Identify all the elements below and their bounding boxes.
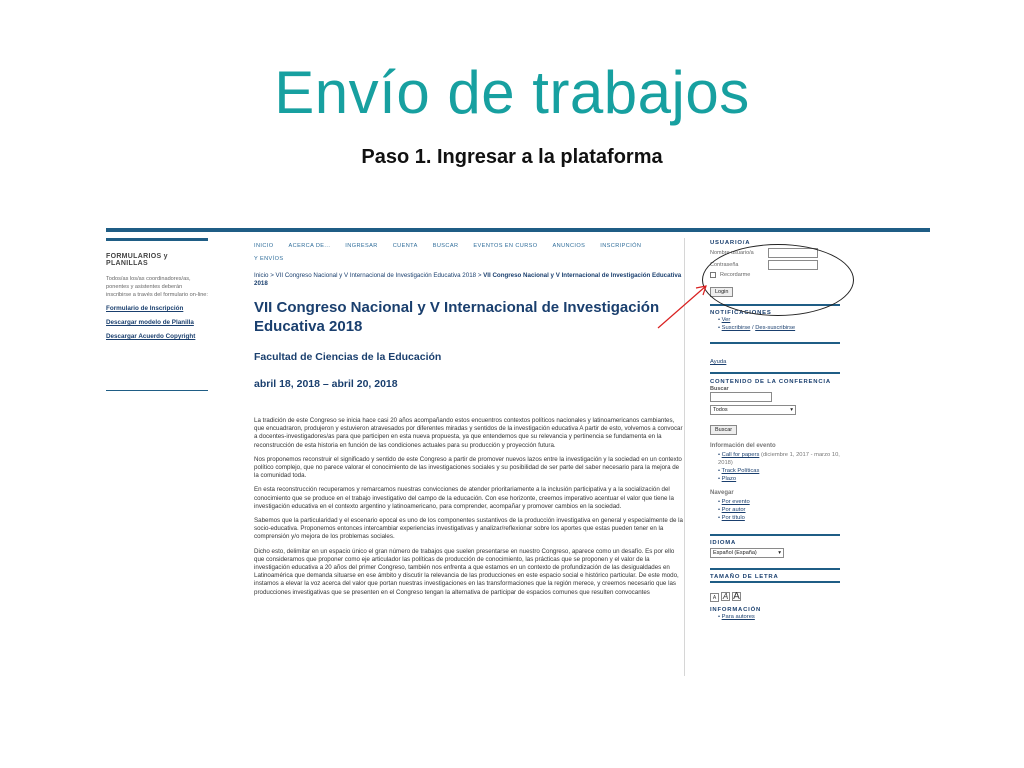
- tracks-item: • Track Políticas: [718, 468, 760, 474]
- faculty-name: Facultad de Ciencias de la Educación: [254, 351, 442, 363]
- nav-login[interactable]: INGRESAR: [345, 243, 377, 249]
- language-heading: IDIOMA: [710, 540, 737, 546]
- paragraph: Dicho esto, delimitar en un espacio únic…: [254, 547, 679, 596]
- browse-heading: Navegar: [710, 490, 734, 496]
- search-scope-value: Todos: [713, 407, 728, 413]
- browse-by-event-link[interactable]: Por evento: [722, 499, 750, 505]
- slide-title: Envío de trabajos: [274, 59, 750, 126]
- main-nav: INICIO ACERCA DE... INGRESAR CUENTA BUSCAR EV…: [254, 240, 684, 266]
- slide-subtitle: Paso 1. Ingresar a la plataforma: [361, 146, 663, 168]
- language-select[interactable]: Español (España) ▾: [710, 548, 784, 558]
- browse-event-item: • Por evento: [718, 499, 750, 505]
- nav-account[interactable]: CUENTA: [393, 243, 418, 249]
- nav-about[interactable]: ACERCA DE...: [289, 243, 331, 249]
- breadcrumb: Inicio > VII Congreso Nacional y V Inter…: [254, 272, 684, 288]
- for-authors-link[interactable]: Para autores: [722, 614, 755, 620]
- notifications-view-item: • Ver: [718, 317, 731, 323]
- browse-by-author-link[interactable]: Por autor: [722, 507, 746, 513]
- conference-content-heading: CONTENIDO DE LA CONFERENCIA: [710, 379, 831, 385]
- section-rule: [710, 534, 840, 536]
- paragraph: La tradición de este Congreso se inicia …: [254, 417, 683, 449]
- left-sidebar: FORMULARIOS y PLANILLAS Todos/as los/as …: [106, 238, 208, 347]
- nav-search[interactable]: BUSCAR: [433, 243, 459, 249]
- browse-by-title-link[interactable]: Por título: [722, 515, 745, 521]
- browse-author-item: • Por autor: [718, 507, 746, 513]
- nav-current-events[interactable]: EVENTOS EN CURSO: [473, 243, 537, 249]
- subscribe-sep: /: [751, 325, 754, 331]
- nav-registration-cont[interactable]: Y ENVÍOS: [254, 256, 284, 262]
- platform-screenshot: FORMULARIOS y PLANILLAS Todos/as los/as …: [106, 228, 930, 676]
- highlight-oval: [702, 244, 854, 316]
- left-sidebar-bar: [106, 238, 208, 241]
- nav-home[interactable]: INICIO: [254, 243, 274, 249]
- breadcrumb-sep: >: [270, 272, 274, 279]
- breadcrumb-item[interactable]: VII Congreso Nacional y V Internacional …: [276, 272, 477, 279]
- left-sidebar-heading: FORMULARIOS y PLANILLAS: [106, 253, 168, 267]
- nav-announcements[interactable]: ANUNCIOS: [553, 243, 586, 249]
- conference-dates: abril 18, 2018 – abril 20, 2018: [254, 378, 398, 390]
- search-input[interactable]: [710, 392, 772, 402]
- section-rule: [710, 342, 840, 344]
- search-scope-select[interactable]: Todos ▾: [710, 405, 796, 415]
- font-large-button[interactable]: A: [732, 592, 741, 602]
- event-info-heading: Información del evento: [710, 443, 776, 449]
- link-download-template[interactable]: Descargar modelo de Planilla: [106, 319, 208, 326]
- left-sidebar-bottom-rule: [106, 390, 208, 391]
- font-medium-button[interactable]: A: [721, 592, 730, 601]
- plazo-item: • Plazo: [718, 476, 737, 482]
- breadcrumb-sep: >: [477, 272, 482, 279]
- font-size-heading: TAMAÑO DE LETRA: [710, 574, 779, 580]
- main-content: INICIO ACERCA DE... INGRESAR CUENTA BUSCAR EV…: [254, 240, 684, 597]
- section-rule: [710, 372, 840, 374]
- paragraph: En esta reconstrucción recuperamos y rem…: [254, 486, 674, 510]
- paragraph: Sabemos que la particularidad y el escen…: [254, 517, 683, 541]
- link-download-copyright[interactable]: Descargar Acuerdo Copyright: [106, 333, 208, 340]
- chevron-down-icon: ▾: [790, 407, 793, 413]
- paragraph: Nos proponemos reconstruir el significad…: [254, 455, 682, 480]
- conference-title: VII Congreso Nacional y V Internacional …: [254, 299, 660, 335]
- help-link[interactable]: Ayuda: [710, 359, 726, 365]
- subscribe-link[interactable]: Suscribirse: [722, 325, 751, 331]
- chevron-down-icon: ▾: [778, 550, 781, 556]
- section-rule: [710, 568, 840, 570]
- plazo-link[interactable]: Plazo: [722, 476, 737, 482]
- unsubscribe-link[interactable]: Des-suscribirse: [755, 325, 795, 331]
- nav-registration[interactable]: INSCRIPCIÓN: [600, 243, 641, 249]
- call-for-papers-link[interactable]: Call for papers: [722, 452, 760, 458]
- call-item: • Call for papers (diciembre 1, 2017 - m…: [718, 452, 840, 466]
- authors-item: • Para autores: [718, 614, 755, 620]
- left-sidebar-intro: Todos/as los/as coordinadores/as, ponent…: [106, 276, 208, 298]
- annotation-arrow-icon: [657, 285, 707, 329]
- font-small-button[interactable]: A: [710, 593, 719, 602]
- notifications-view-link[interactable]: Ver: [722, 317, 731, 323]
- top-border: [106, 228, 930, 232]
- link-registration-form[interactable]: Formulario de Inscripción: [106, 305, 208, 312]
- search-button[interactable]: Buscar: [710, 425, 738, 435]
- breadcrumb-home[interactable]: Inicio: [254, 272, 268, 279]
- font-size-bar: [710, 581, 840, 583]
- tracks-link[interactable]: Track Políticas: [722, 468, 760, 474]
- browse-title-item: • Por título: [718, 515, 745, 521]
- notifications-subscribe-item: • Suscribirse / Des-suscribirse: [718, 325, 796, 331]
- language-value: Español (España): [713, 550, 757, 556]
